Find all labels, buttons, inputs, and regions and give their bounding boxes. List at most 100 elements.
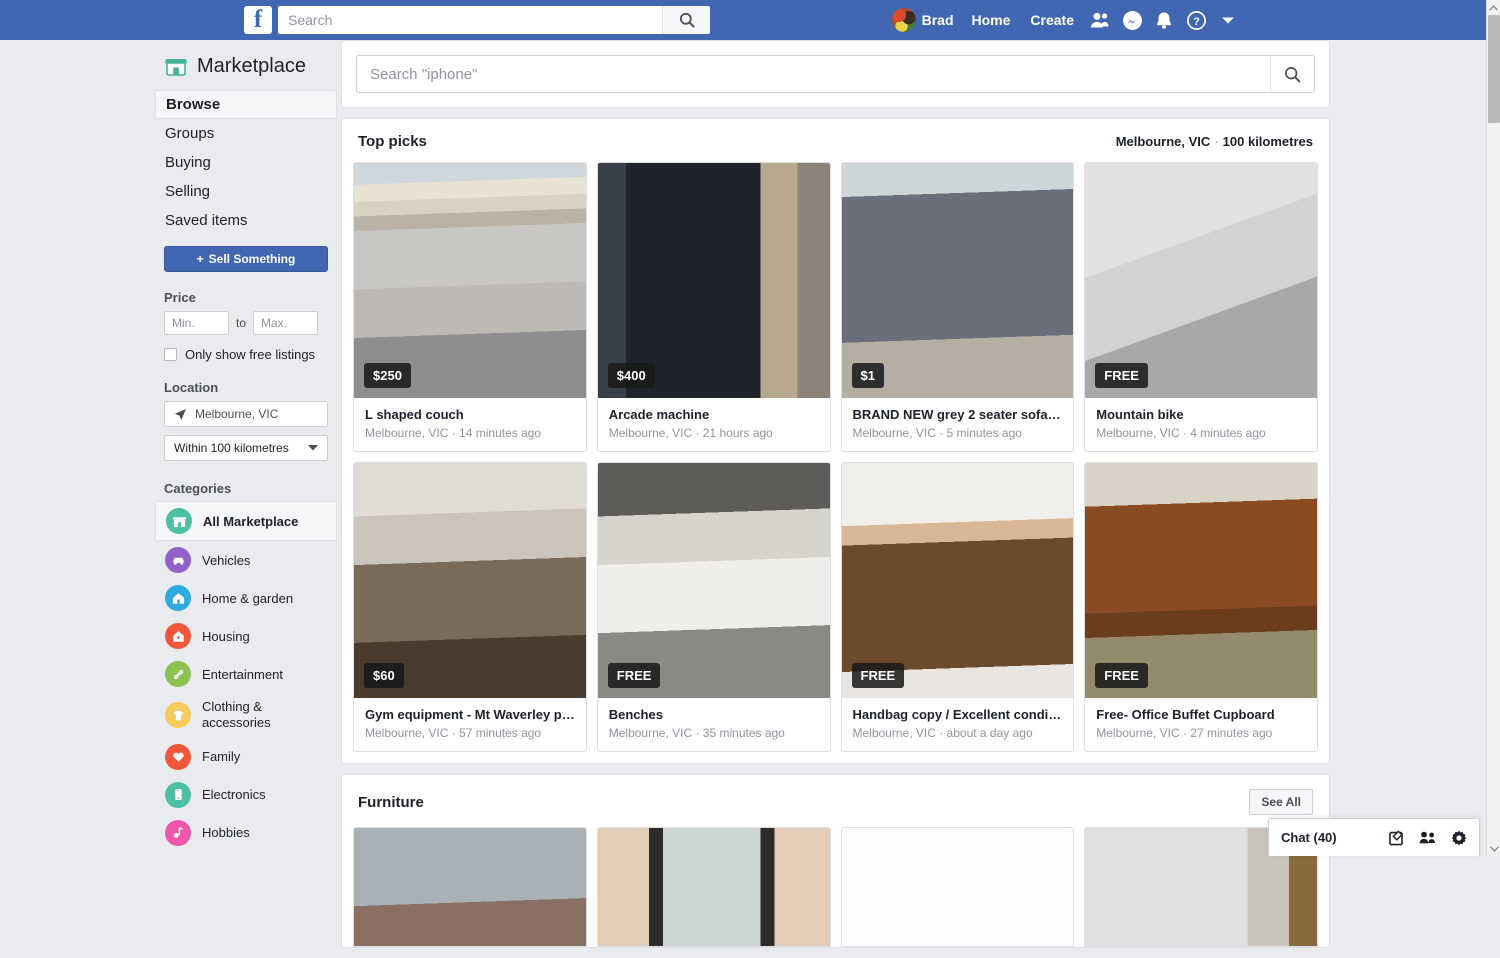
price-min-input[interactable] xyxy=(164,311,229,335)
topbar-right-nav: Brad Home Create xyxy=(884,6,1244,34)
listing-info: Handbag copy / Excellent condit… Melbour… xyxy=(842,698,1074,751)
marketplace-search-input[interactable] xyxy=(357,56,1270,92)
listing-image-office-buffet[interactable]: FREE xyxy=(1085,463,1317,698)
listing-time: 57 minutes ago xyxy=(459,726,541,740)
listing-image-mountain-bike[interactable]: FREE xyxy=(1085,163,1317,398)
category-label: Entertainment xyxy=(202,667,283,682)
category-label: Clothing & accessories xyxy=(202,699,327,732)
notifications-icon xyxy=(1155,11,1173,30)
listing-card[interactable]: FREE Mountain bike Melbourne, VIC · 4 mi… xyxy=(1084,162,1318,452)
scrollbar-down-button[interactable] xyxy=(1487,841,1500,856)
chat-label: Chat (40) xyxy=(1281,830,1337,845)
svg-text:?: ? xyxy=(1193,16,1200,28)
sell-something-button[interactable]: + Sell Something xyxy=(164,246,328,272)
radius-select[interactable]: Within 100 kilometres xyxy=(164,435,328,461)
category-item-electronics[interactable]: Electronics xyxy=(155,776,337,814)
listing-card[interactable]: $60 Gym equipment - Mt Waverley pi… Melb… xyxy=(353,462,587,752)
friend-requests-button[interactable] xyxy=(1084,6,1116,34)
listing-price: FREE xyxy=(852,663,905,688)
category-item-clothing-accessories[interactable]: Clothing & accessories xyxy=(155,693,337,738)
page-scrollbar[interactable] xyxy=(1486,0,1500,856)
price-filter-heading: Price xyxy=(164,290,337,305)
chat-settings-button[interactable] xyxy=(1451,830,1467,846)
listing-card[interactable]: FREE Free- Office Buffet Cupboard Melbou… xyxy=(1084,462,1318,752)
listing-image-l-shaped-couch[interactable]: $250 xyxy=(354,163,586,398)
listing-image-benches[interactable]: FREE xyxy=(598,463,830,698)
listing-image-gym-equipment[interactable]: $60 xyxy=(354,463,586,698)
listing-image-handbag[interactable]: FREE xyxy=(842,463,1074,698)
entertainment-icon xyxy=(165,661,191,687)
listing-card[interactable]: $400 Arcade machine Melbourne, VIC · 21 … xyxy=(597,162,831,452)
sidebar-item-label: Groups xyxy=(165,125,214,142)
category-label: Family xyxy=(202,749,240,764)
sidebar-item-buying[interactable]: Buying xyxy=(155,148,337,177)
listing-location: Melbourne, VIC xyxy=(853,426,936,440)
category-item-housing[interactable]: Housing xyxy=(155,617,337,655)
marketplace-search-button[interactable] xyxy=(1270,56,1314,92)
marketplace-shop-icon xyxy=(164,54,188,78)
listing-price: $400 xyxy=(608,363,655,388)
facebook-logo-icon[interactable]: f xyxy=(244,6,272,34)
home-link[interactable]: Home xyxy=(962,6,1021,34)
sidebar-item-selling[interactable]: Selling xyxy=(155,177,337,206)
create-link[interactable]: Create xyxy=(1020,6,1084,34)
listing-card[interactable]: FREE Handbag copy / Excellent condit… Me… xyxy=(841,462,1075,752)
location-value: Melbourne, VIC xyxy=(195,407,278,421)
global-search-bar[interactable] xyxy=(278,6,710,34)
scrollbar-thumb[interactable] xyxy=(1488,15,1500,123)
category-label: All Marketplace xyxy=(203,514,298,529)
marketplace-sidebar: Marketplace Browse Groups Buying Selling… xyxy=(155,40,337,852)
listing-location: Melbourne, VIC xyxy=(1096,726,1179,740)
messenger-icon xyxy=(1123,11,1142,30)
free-listings-row[interactable]: Only show free listings xyxy=(164,347,337,362)
category-item-all-marketplace[interactable]: All Marketplace xyxy=(155,501,337,541)
category-item-hobbies[interactable]: Hobbies xyxy=(155,814,337,852)
sidebar-item-label: Buying xyxy=(165,154,211,171)
listing-title: Mountain bike xyxy=(1096,407,1306,422)
category-item-home-garden[interactable]: Home & garden xyxy=(155,579,337,617)
furniture-see-all-button[interactable]: See All xyxy=(1249,789,1313,815)
new-message-button[interactable] xyxy=(1389,830,1405,846)
listing-card[interactable]: $1 BRAND NEW grey 2 seater sofa … Melbou… xyxy=(841,162,1075,452)
listing-time: 5 minutes ago xyxy=(947,426,1022,440)
help-button[interactable]: ? xyxy=(1180,6,1212,34)
listing-price: $60 xyxy=(364,663,404,688)
listing-image-arcade-machine[interactable]: $400 xyxy=(598,163,830,398)
location-input[interactable]: Melbourne, VIC xyxy=(164,401,328,427)
group-chat-button[interactable] xyxy=(1419,830,1437,846)
listing-title: Gym equipment - Mt Waverley pi… xyxy=(365,707,575,722)
notifications-button[interactable] xyxy=(1148,6,1180,34)
top-picks-location: Melbourne, VIC xyxy=(1116,134,1211,149)
category-item-vehicles[interactable]: Vehicles xyxy=(155,541,337,579)
listing-meta: Melbourne, VIC · 27 minutes ago xyxy=(1096,726,1306,740)
sidebar-item-browse[interactable]: Browse xyxy=(155,90,337,119)
listing-title: Arcade machine xyxy=(609,407,819,422)
listing-image-display-cabinet[interactable] xyxy=(597,827,831,947)
sidebar-item-label: Browse xyxy=(166,96,220,113)
listing-image-white-shelf[interactable] xyxy=(841,827,1075,947)
scrollbar-up-button[interactable] xyxy=(1487,0,1500,15)
global-search-input[interactable] xyxy=(278,7,662,33)
listing-image-recliner-sofa[interactable] xyxy=(353,827,587,947)
listing-card[interactable]: $250 L shaped couch Melbourne, VIC · 14 … xyxy=(353,162,587,452)
chevron-down-icon xyxy=(1490,846,1499,852)
category-item-entertainment[interactable]: Entertainment xyxy=(155,655,337,693)
listing-location: Melbourne, VIC xyxy=(365,426,448,440)
profile-link[interactable]: Brad xyxy=(884,6,962,34)
listing-time: 4 minutes ago xyxy=(1190,426,1265,440)
price-max-input[interactable] xyxy=(253,311,318,335)
chat-bar[interactable]: Chat (40) xyxy=(1268,818,1480,856)
listing-image-grey-sofa[interactable]: $1 xyxy=(842,163,1074,398)
marketplace-search-bar[interactable] xyxy=(356,55,1315,93)
listing-meta: Melbourne, VIC · 4 minutes ago xyxy=(1096,426,1306,440)
sidebar-item-saved-items[interactable]: Saved items xyxy=(155,206,337,235)
category-item-family[interactable]: Family xyxy=(155,738,337,776)
sidebar-item-groups[interactable]: Groups xyxy=(155,119,337,148)
listing-time: about a day ago xyxy=(947,726,1033,740)
listing-card[interactable]: FREE Benches Melbourne, VIC · 35 minutes… xyxy=(597,462,831,752)
account-dropdown-button[interactable] xyxy=(1212,6,1244,34)
free-listings-checkbox[interactable] xyxy=(164,348,177,361)
global-search-button[interactable] xyxy=(662,6,710,34)
messenger-button[interactable] xyxy=(1116,6,1148,34)
sidebar-item-label: Saved items xyxy=(165,212,248,229)
